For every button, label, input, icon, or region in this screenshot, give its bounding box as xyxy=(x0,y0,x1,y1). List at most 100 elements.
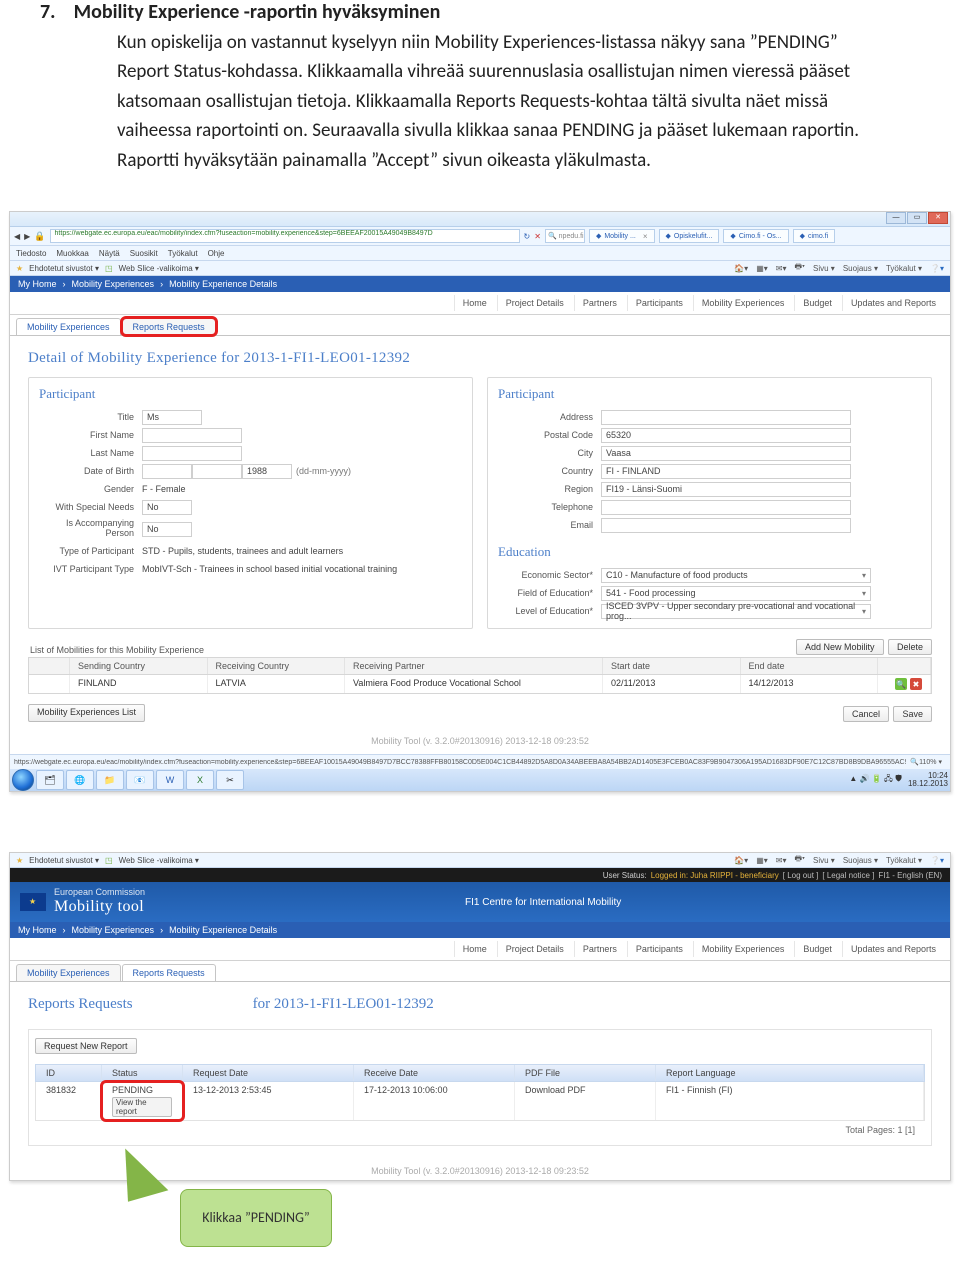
browser-tab[interactable]: ◆Opiskelufit... xyxy=(659,229,720,243)
input-dob-dd[interactable] xyxy=(142,464,192,479)
select-field-of-education[interactable]: 541 - Food processing xyxy=(601,586,871,601)
safety-menu[interactable]: Suojaus ▾ xyxy=(843,264,878,273)
back-icon[interactable]: ◀ xyxy=(14,232,20,241)
print-icon[interactable]: 🖶▾ xyxy=(795,261,806,275)
input-lastname[interactable] xyxy=(142,446,242,461)
logout-link[interactable]: [ Log out ] xyxy=(783,871,819,880)
fav-link[interactable]: Ehdotetut sivustot ▾ xyxy=(29,264,99,273)
breadcrumb-item[interactable]: Mobility Experiences xyxy=(72,925,155,935)
download-pdf-link[interactable]: Download PDF xyxy=(525,1085,586,1095)
print-icon[interactable]: 🖶▾ xyxy=(795,853,806,867)
input-dob-yyyy[interactable]: 1988 xyxy=(242,464,292,479)
tab-mobility-experiences[interactable]: Mobility Experiences xyxy=(16,318,121,335)
mobility-experiences-list-button[interactable]: Mobility Experiences List xyxy=(28,704,145,722)
feed-icon[interactable]: ▦▾ xyxy=(756,264,768,273)
star-icon[interactable]: ★ xyxy=(16,264,23,273)
feed-icon[interactable]: ▦▾ xyxy=(756,856,768,865)
star-icon[interactable]: ★ xyxy=(16,856,23,865)
tab-reports-requests[interactable]: Reports Requests xyxy=(122,964,216,981)
stop-icon[interactable]: ✕ xyxy=(534,232,541,241)
fav-link[interactable]: Web Slice -valikoima ▾ xyxy=(119,264,199,273)
select-level-of-education[interactable]: ISCED 3VPV - Upper secondary pre-vocatio… xyxy=(601,604,871,619)
home-icon[interactable]: 🏠▾ xyxy=(734,856,748,865)
help-icon[interactable]: ❔▾ xyxy=(930,856,944,865)
taskbar-app-word[interactable]: W xyxy=(156,770,184,790)
nav-budget[interactable]: Budget xyxy=(794,295,840,311)
tray-icons[interactable]: ▲ 🔊 🔋 🖧 🛡 xyxy=(849,773,902,787)
nav-participants[interactable]: Participants xyxy=(627,295,691,311)
mail-icon[interactable]: ✉▾ xyxy=(776,856,787,865)
nav-mobility-experiences[interactable]: Mobility Experiences xyxy=(693,941,793,957)
nav-mobility-experiences[interactable]: Mobility Experiences xyxy=(693,295,793,311)
input-telephone[interactable] xyxy=(601,500,851,515)
taskbar-app-snip[interactable]: ✂ xyxy=(216,770,244,790)
webslice-icon[interactable]: ◳ xyxy=(105,264,113,273)
input-region[interactable]: FI19 - Länsi-Suomi xyxy=(601,482,851,497)
breadcrumb-item[interactable]: My Home xyxy=(18,925,57,935)
home-icon[interactable]: 🏠▾ xyxy=(734,264,748,273)
safety-menu[interactable]: Suojaus ▾ xyxy=(843,856,878,865)
nav-participants[interactable]: Participants xyxy=(627,941,691,957)
input-country[interactable]: FI - FINLAND xyxy=(601,464,851,479)
view-report-button[interactable]: View the report xyxy=(112,1097,172,1117)
breadcrumb-item[interactable]: My Home xyxy=(18,279,57,289)
menu-item[interactable]: Tiedosto xyxy=(16,249,46,258)
mail-icon[interactable]: ✉▾ xyxy=(776,264,787,273)
value-special-needs[interactable]: No xyxy=(142,500,192,515)
fav-link[interactable]: Ehdotetut sivustot ▾ xyxy=(29,856,99,865)
delete-icon[interactable]: ✖ xyxy=(910,678,922,690)
cell-status[interactable]: PENDING View the report xyxy=(102,1082,183,1120)
nav-partners[interactable]: Partners xyxy=(574,295,625,311)
nav-home[interactable]: Home xyxy=(454,295,495,311)
browser-tab[interactable]: ◆Cimo.fi - Os... xyxy=(723,229,788,243)
nav-updates-reports[interactable]: Updates and Reports xyxy=(842,295,944,311)
input-firstname[interactable] xyxy=(142,428,242,443)
webslice-icon[interactable]: ◳ xyxy=(105,856,113,865)
input-email[interactable] xyxy=(601,518,851,533)
taskbar-app-folder[interactable]: 📁 xyxy=(96,770,124,790)
menu-item[interactable]: Suosikit xyxy=(130,249,158,258)
close-button[interactable]: ✕ xyxy=(928,212,948,224)
cancel-button[interactable]: Cancel xyxy=(843,706,889,722)
select-economic-sector[interactable]: C10 - Manufacture of food products xyxy=(601,568,871,583)
forward-icon[interactable]: ▶ xyxy=(24,232,30,241)
zoom-level[interactable]: 🔍110% ▾ xyxy=(906,758,946,766)
help-icon[interactable]: ❔▾ xyxy=(930,264,944,273)
nav-project-details[interactable]: Project Details xyxy=(497,295,572,311)
delete-button[interactable]: Delete xyxy=(888,639,932,655)
taskbar-app-outlook[interactable]: 📧 xyxy=(126,770,154,790)
page-menu[interactable]: Sivu ▾ xyxy=(813,264,835,273)
menu-item[interactable]: Ohje xyxy=(208,249,225,258)
input-dob-mm[interactable] xyxy=(192,464,242,479)
add-new-mobility-button[interactable]: Add New Mobility xyxy=(796,639,884,655)
taskbar-app-excel[interactable]: X xyxy=(186,770,214,790)
nav-project-details[interactable]: Project Details xyxy=(497,941,572,957)
input-city[interactable]: Vaasa xyxy=(601,446,851,461)
tab-mobility-experiences[interactable]: Mobility Experiences xyxy=(16,964,121,981)
nav-budget[interactable]: Budget xyxy=(794,941,840,957)
fav-link[interactable]: Web Slice -valikoima ▾ xyxy=(119,856,199,865)
menu-item[interactable]: Näytä xyxy=(99,249,120,258)
refresh-icon[interactable]: ↻ xyxy=(524,232,531,241)
nav-partners[interactable]: Partners xyxy=(574,941,625,957)
save-button[interactable]: Save xyxy=(893,706,932,722)
tools-menu[interactable]: Työkalut ▾ xyxy=(886,264,922,273)
input-postal-code[interactable]: 65320 xyxy=(601,428,851,443)
menu-item[interactable]: Muokkaa xyxy=(56,249,88,258)
request-new-report-button[interactable]: Request New Report xyxy=(35,1038,137,1054)
start-orb-icon[interactable] xyxy=(12,769,34,791)
taskbar-app-explorer[interactable]: 🗂 xyxy=(36,770,64,790)
nav-home[interactable]: Home xyxy=(454,941,495,957)
browser-tab[interactable]: ◆Mobility ...× xyxy=(589,229,655,243)
value-accompanying[interactable]: No xyxy=(142,522,192,537)
legal-notice-link[interactable]: [ Legal notice ] xyxy=(822,871,874,880)
value-title[interactable]: Ms xyxy=(142,410,202,425)
breadcrumb-item[interactable]: Mobility Experiences xyxy=(72,279,155,289)
page-menu[interactable]: Sivu ▾ xyxy=(813,856,835,865)
magnify-icon[interactable]: 🔍 xyxy=(895,678,907,690)
menu-item[interactable]: Työkalut xyxy=(168,249,198,258)
status-pending-link[interactable]: PENDING xyxy=(112,1085,153,1095)
language-selector[interactable]: FI1 - English (EN) xyxy=(878,871,942,880)
minimize-button[interactable]: — xyxy=(886,212,906,224)
tools-menu[interactable]: Työkalut ▾ xyxy=(886,856,922,865)
